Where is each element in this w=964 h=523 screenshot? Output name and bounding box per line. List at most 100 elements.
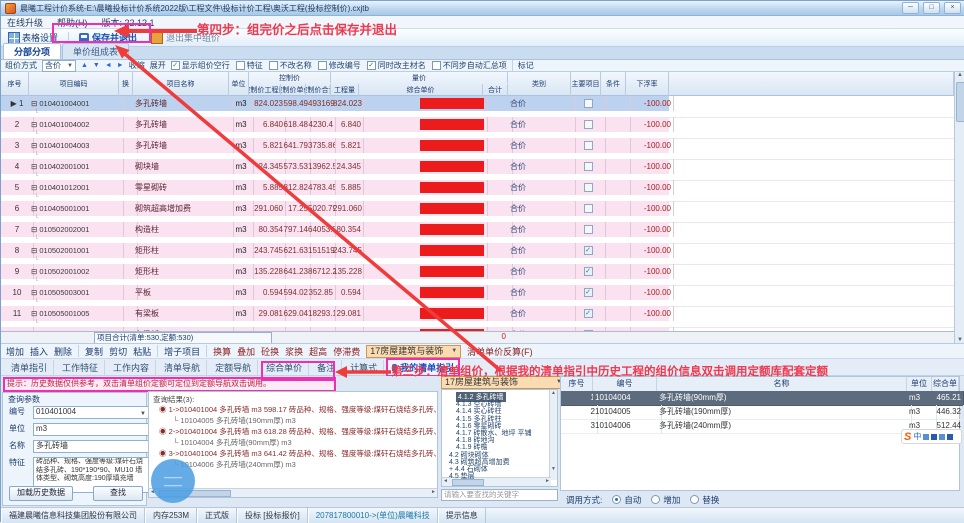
tab-工作特征[interactable]: 工作特征 [56, 360, 105, 375]
toolbar2-button-超高[interactable]: 超高 [309, 345, 327, 358]
checkbox-icon[interactable] [269, 61, 278, 70]
toolbar2-button-浆换[interactable]: 浆换 [285, 345, 303, 358]
option-checkbox[interactable]: 特征 [236, 60, 263, 71]
toolbar2-button-增加[interactable]: 增加 [6, 345, 24, 358]
load-history-button[interactable]: 加载历史数据 [9, 486, 73, 501]
quota-column-header[interactable]: 综合单价 [932, 377, 959, 392]
toolbar2-button-换算[interactable]: 换算 [213, 345, 231, 358]
call-mode-option[interactable]: 替换 [690, 494, 719, 506]
table-row[interactable]: 6⊟ 010405001001砌筑超高增加费m3291.06017.255020… [1, 201, 669, 216]
table-row[interactable]: 9⊟ 010502001002矩形柱m3135.228641.2386712.2… [1, 264, 669, 279]
table-row[interactable]: 8⊟ 010502001001矩形柱m3243.745621.63151519.… [1, 243, 669, 258]
result-sub-item[interactable]: └ 10104005 多孔砖墙(190mm厚) m3 [173, 415, 296, 426]
result-item[interactable]: ◉ 2->010401004 多孔砖墙 m3 618.28 砖品种、规格、强度等… [159, 426, 461, 437]
tab-计算式[interactable]: 计算式 [344, 360, 384, 375]
close-button[interactable]: × [944, 2, 961, 14]
option-checkbox[interactable]: 不改名称 [269, 60, 312, 71]
main-item-checkbox[interactable] [584, 99, 593, 108]
main-item-checkbox[interactable] [584, 183, 593, 192]
toolbar2-button-砼换[interactable]: 砼换 [261, 345, 279, 358]
column-header[interactable]: 条件 [601, 72, 626, 96]
column-header[interactable]: 类别 [508, 72, 571, 96]
column-header[interactable]: 工程量 [331, 84, 359, 96]
option-checkbox[interactable]: 修改编号 [318, 60, 361, 71]
menu-online-upgrade[interactable]: 在线升级 [7, 16, 43, 29]
table-row[interactable]: 10⊟ 010505003001平板m30.594594.02352.850.5… [1, 285, 669, 300]
quota-row[interactable]: 210104005多孔砖墙(190mm厚)m3446.32 [561, 405, 959, 419]
quota-column-header[interactable]: 名称 [657, 377, 907, 392]
quota-column-header[interactable]: 单位 [907, 377, 932, 392]
table-row[interactable]: 5⊟ 010401012001零星砌砖m35.885812.824783.455… [1, 180, 669, 195]
nav-tree-item[interactable]: 4.5 垫层 [449, 471, 475, 481]
main-item-checkbox[interactable] [584, 141, 593, 150]
column-header[interactable]: 合计 [483, 84, 508, 96]
toolbar2-button-插入[interactable]: 插入 [30, 345, 48, 358]
nav-vertical-scrollbar[interactable]: ▲▼ [549, 390, 557, 480]
main-item-checkbox[interactable] [584, 120, 593, 129]
collapse-button[interactable]: 收缩 [129, 60, 145, 71]
column-header[interactable]: 综合单价 [359, 84, 483, 96]
tab-综合单价[interactable]: 综合单价 [260, 360, 309, 375]
toolbar2-button-叠加[interactable]: 叠加 [237, 345, 255, 358]
main-item-checkbox[interactable]: ✓ [584, 267, 593, 276]
expand-button[interactable]: 展开 [150, 60, 166, 71]
option-checkbox[interactable]: ✓显示组价空行 [171, 60, 230, 71]
column-header[interactable]: 量价 [331, 72, 508, 83]
toolbar2-button-增子项目[interactable]: 增子项目 [164, 345, 200, 358]
tab-unit-price-composition[interactable]: 单价组成表 [62, 43, 129, 59]
quota-row[interactable]: 110104004多孔砖墙(90mm厚)m3465.21 [561, 391, 959, 405]
call-mode-option[interactable]: 增加 [651, 494, 680, 506]
quota-row[interactable]: 310104006多孔砖墙(240mm厚)m3512.44 [561, 419, 959, 433]
column-header[interactable]: 换 [119, 72, 133, 96]
sogou-input-toolbar[interactable]: S 中 [901, 429, 962, 444]
quota-column-header[interactable]: 编号 [593, 377, 657, 392]
toolbar2-button-停滞费[interactable]: 停滞费 [333, 345, 360, 358]
toolbar2-button-删除[interactable]: 删除 [54, 345, 72, 358]
column-header[interactable]: 下浮率 [626, 72, 669, 96]
menu-help[interactable]: 帮助(H) [57, 16, 88, 29]
main-item-checkbox[interactable] [584, 162, 593, 171]
radio-icon[interactable] [612, 495, 621, 504]
result-item[interactable]: ◉ 3->010401004 多孔砖墙 m3 641.42 砖品种、规格、强度等… [159, 448, 461, 459]
field-名称-input[interactable]: 多孔砖墙 [33, 440, 149, 453]
column-header[interactable]: 控制价单价 [281, 84, 306, 96]
column-header[interactable]: 项目名称 [133, 72, 229, 96]
keyword-search-input[interactable]: 请输入要查找的关键字 [441, 489, 558, 501]
call-mode-option[interactable]: 自动 [612, 494, 641, 506]
option-checkbox[interactable]: 不同步自动汇总项 [432, 60, 507, 71]
column-header[interactable]: 控制价工程量 [249, 84, 281, 96]
tab-工作内容[interactable]: 工作内容 [107, 360, 156, 375]
tab-清单导航[interactable]: 清单导航 [158, 360, 207, 375]
tab-备注[interactable]: 备注 [311, 360, 342, 375]
radio-icon[interactable] [651, 495, 660, 504]
main-item-checkbox[interactable]: ✓ [584, 288, 593, 297]
column-header[interactable]: 控制价合计 [306, 84, 331, 96]
result-item[interactable]: ◉ 1->010401004 多孔砖墙 m3 598.17 砖品种、规格、强度等… [159, 404, 461, 415]
move-up-icon[interactable]: ▲ [81, 62, 88, 69]
table-row[interactable]: 7⊟ 010502002001构造柱m380.354797.1464053.39… [1, 222, 669, 237]
tab-定额导航[interactable]: 定额导航 [209, 360, 258, 375]
table-row[interactable]: 4⊟ 010402001001砌块墙m324.345573.5313962.59… [1, 159, 669, 174]
grid-vertical-scrollbar[interactable]: ▲▼ [954, 72, 964, 343]
table-row[interactable]: 3⊟ 010401004003多孔砖墙m35.821641.793735.865… [1, 138, 669, 153]
checkbox-icon[interactable]: ✓ [367, 61, 376, 70]
checkbox-icon[interactable] [318, 61, 327, 70]
move-down-icon[interactable]: ▼ [93, 62, 100, 69]
column-header[interactable]: 主要项目 [571, 72, 601, 96]
toolbar2-button-剪切[interactable]: 剪切 [109, 345, 127, 358]
table-row[interactable]: 2⊟ 010401004002多孔砖墙m36.840618.484230.46.… [1, 117, 669, 132]
column-header[interactable] [669, 72, 954, 96]
maximize-button[interactable]: □ [923, 2, 940, 14]
table-row[interactable]: 11⊟ 010505001005有梁板m329.081629.0418293.1… [1, 306, 669, 321]
scrollbar-thumb[interactable] [956, 82, 964, 122]
checkbox-icon[interactable]: ✓ [171, 61, 180, 70]
last-row-icon[interactable]: ► [117, 62, 124, 69]
main-item-checkbox[interactable]: ✓ [584, 309, 593, 318]
radio-icon[interactable] [690, 495, 699, 504]
column-header[interactable]: 项目编码 [29, 72, 119, 96]
option-checkbox[interactable]: ✓同时改主材名 [367, 60, 426, 71]
mark-label[interactable]: 标记 [518, 60, 534, 71]
column-header[interactable]: 控制价 [249, 72, 331, 83]
main-item-checkbox[interactable] [584, 225, 593, 234]
field-编号-input[interactable]: 010401004▼ [33, 406, 149, 419]
